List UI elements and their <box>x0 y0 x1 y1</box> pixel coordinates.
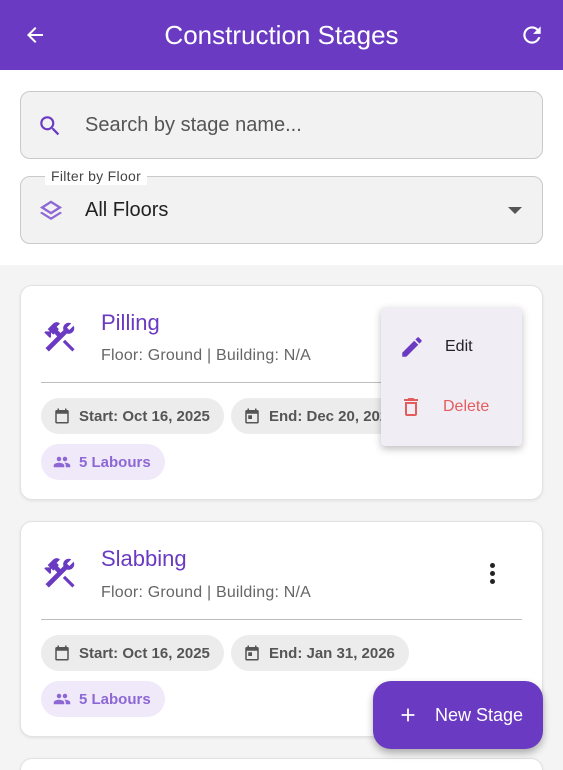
search-input[interactable] <box>85 92 525 158</box>
layers-icon <box>39 200 63 220</box>
labours-chip: 5 Labours <box>41 681 165 717</box>
people-icon <box>53 456 71 468</box>
add-icon <box>401 708 415 722</box>
chevron-down-icon <box>508 207 522 214</box>
start-date-chip: Start: Oct 16, 2025 <box>41 398 224 434</box>
more-vert-icon <box>489 562 495 568</box>
start-date: Start: Oct 16, 2025 <box>79 407 210 425</box>
refresh-button[interactable] <box>517 21 547 49</box>
search-box[interactable] <box>20 91 543 159</box>
page-title: Construction Stages <box>164 20 399 50</box>
construction-tools-icon <box>44 322 75 352</box>
labour-count: 5 Labours <box>79 690 151 708</box>
stage-options-menu: Edit Delete <box>381 307 522 446</box>
delete-icon <box>404 398 418 416</box>
end-date: End: Dec 20, 2025 <box>269 407 397 425</box>
new-stage-button[interactable]: New Stage <box>373 681 543 749</box>
end-date: End: Jan 31, 2026 <box>269 644 395 662</box>
menu-item-delete-label: Delete <box>443 398 490 415</box>
stage-meta: Floor: Ground | Building: N/A <box>101 347 312 364</box>
edit-icon <box>402 337 422 357</box>
stage-card[interactable] <box>20 758 543 770</box>
stage-name: Slabbing <box>101 546 187 571</box>
stage-meta: Floor: Ground | Building: N/A <box>101 584 312 601</box>
menu-item-delete[interactable]: Delete <box>381 382 522 432</box>
floor-filter-value: All Floors <box>85 199 169 221</box>
calendar-icon <box>245 408 259 424</box>
divider <box>41 619 522 620</box>
labour-count: 5 Labours <box>79 453 151 471</box>
calendar-icon <box>55 408 69 424</box>
filter-section: Filter by Floor All Floors <box>0 70 563 265</box>
floor-filter-dropdown[interactable]: Filter by Floor All Floors <box>20 167 543 244</box>
labours-chip: 5 Labours <box>41 444 165 480</box>
search-icon <box>40 116 60 136</box>
app-bar: Construction Stages <box>0 0 563 70</box>
more-options-button[interactable] <box>480 557 504 589</box>
start-date-chip: Start: Oct 16, 2025 <box>41 635 224 671</box>
construction-tools-icon <box>44 558 75 588</box>
calendar-icon <box>55 645 69 661</box>
new-stage-label: New Stage <box>435 704 524 725</box>
menu-item-edit[interactable]: Edit <box>381 322 522 372</box>
menu-item-edit-label: Edit <box>445 338 473 355</box>
start-date: Start: Oct 16, 2025 <box>79 644 210 662</box>
people-icon <box>53 693 71 705</box>
stage-name: Pilling <box>101 310 160 335</box>
calendar-icon <box>245 645 259 661</box>
refresh-icon <box>523 26 541 44</box>
end-date-chip: End: Jan 31, 2026 <box>231 635 409 671</box>
